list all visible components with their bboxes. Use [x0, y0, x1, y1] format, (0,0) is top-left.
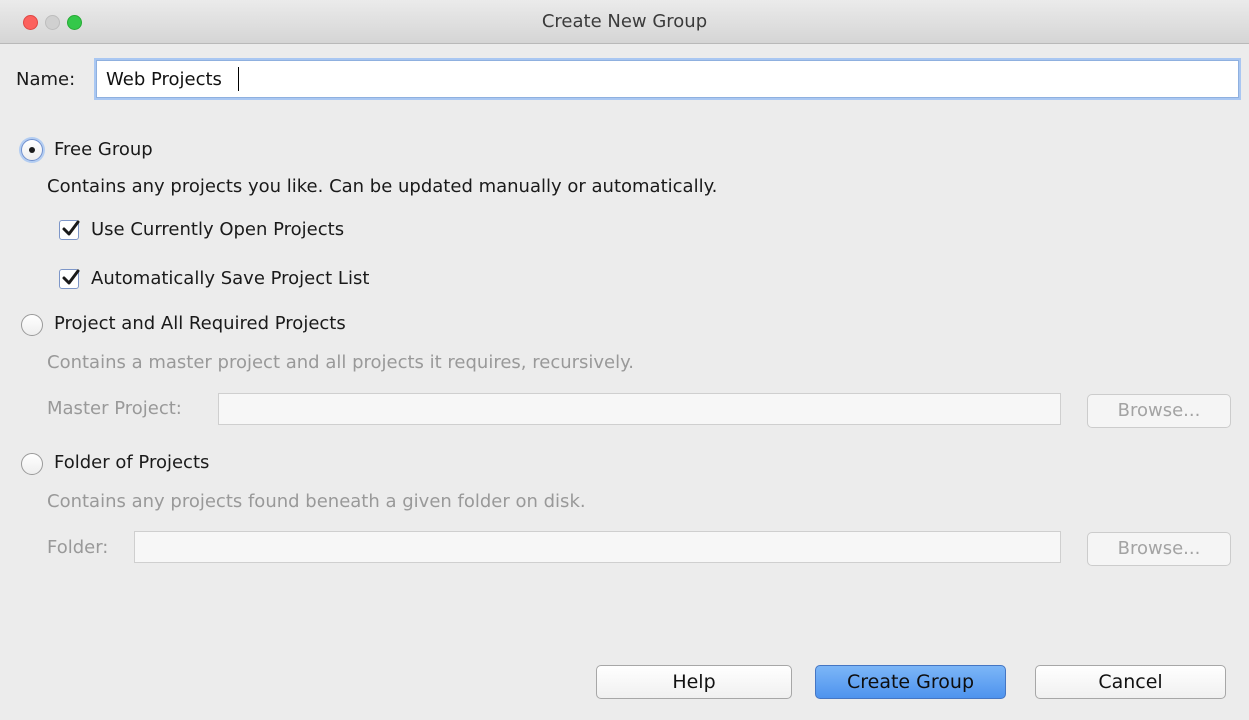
- master-project-field[interactable]: [218, 393, 1061, 425]
- window-title: Create New Group: [541, 11, 708, 32]
- create-group-button[interactable]: Create Group: [815, 665, 1006, 699]
- title-bar: Create New Group: [0, 0, 1249, 44]
- group-name-input[interactable]: [96, 60, 1239, 98]
- master-project-browse-button[interactable]: Browse...: [1087, 394, 1231, 428]
- required-projects-radio[interactable]: [21, 314, 43, 336]
- radio-selected-dot: [29, 147, 35, 153]
- auto-save-checkbox[interactable]: [59, 269, 80, 289]
- master-project-label: Master Project:: [47, 398, 182, 419]
- use-open-projects-checkbox[interactable]: [59, 220, 80, 240]
- folder-label: Folder:: [47, 537, 109, 558]
- folder-of-projects-radio[interactable]: [21, 453, 43, 475]
- folder-of-projects-label[interactable]: Folder of Projects: [54, 452, 209, 473]
- checkmark-icon: [62, 220, 80, 236]
- free-group-radio[interactable]: [21, 139, 43, 161]
- use-open-projects-label[interactable]: Use Currently Open Projects: [91, 219, 344, 240]
- required-projects-description: Contains a master project and all projec…: [47, 352, 634, 373]
- auto-save-label[interactable]: Automatically Save Project List: [91, 268, 369, 289]
- folder-of-projects-description: Contains any projects found beneath a gi…: [47, 491, 586, 512]
- name-label: Name:: [16, 69, 76, 90]
- checkmark-icon: [62, 269, 80, 285]
- free-group-description: Contains any projects you like. Can be u…: [47, 176, 718, 197]
- folder-field[interactable]: [134, 531, 1061, 563]
- text-caret: [238, 67, 239, 91]
- help-button[interactable]: Help: [596, 665, 792, 699]
- folder-browse-button[interactable]: Browse...: [1087, 532, 1231, 566]
- free-group-label[interactable]: Free Group: [54, 139, 153, 160]
- cancel-button[interactable]: Cancel: [1035, 665, 1226, 699]
- required-projects-label[interactable]: Project and All Required Projects: [54, 313, 346, 334]
